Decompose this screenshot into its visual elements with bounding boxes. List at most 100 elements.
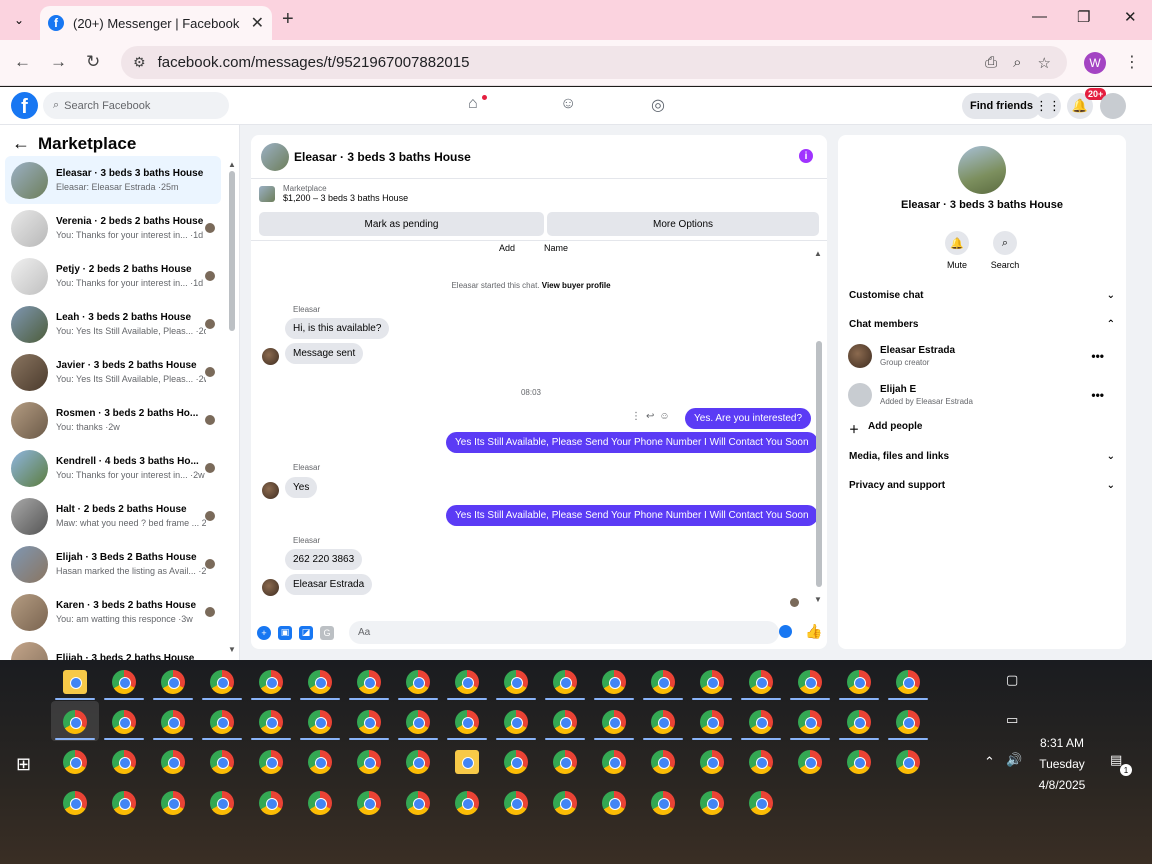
chrome-profile-icon[interactable] xyxy=(112,670,136,694)
chrome-profile-icon[interactable] xyxy=(847,710,871,734)
marketplace-listing-strip[interactable]: Marketplace $1,200 – 3 beds 3 baths Hous… xyxy=(259,184,408,203)
more-options-icon[interactable]: ••• xyxy=(1091,388,1104,402)
account-avatar[interactable] xyxy=(1100,93,1126,119)
conversation-item[interactable]: Javier · 3 beds 2 baths House You: Yes It… xyxy=(5,348,221,396)
close-window-button[interactable]: ✕ xyxy=(1124,8,1137,26)
friends-icon[interactable]: ☺ xyxy=(560,95,576,113)
chrome-profile-icon[interactable] xyxy=(308,750,332,774)
browser-tab-messenger[interactable]: f (20+) Messenger | Facebook ✕ xyxy=(40,6,272,40)
chrome-profile-icon[interactable] xyxy=(406,670,430,694)
chrome-profile-icon[interactable] xyxy=(700,750,724,774)
mute-button[interactable]: 🔔 Mute xyxy=(932,231,982,270)
home-icon[interactable]: ⌂ xyxy=(468,95,478,113)
chrome-profile-icon[interactable] xyxy=(112,750,136,774)
chrome-profile-icon[interactable] xyxy=(406,750,430,774)
chrome-profile-icon[interactable] xyxy=(210,670,234,694)
facebook-logo-icon[interactable]: f xyxy=(11,92,38,119)
mark-as-pending-button[interactable]: Mark as pending xyxy=(259,212,544,236)
member-row[interactable]: Elijah E Added by Eleasar Estrada ••• xyxy=(848,383,1116,407)
show-hidden-icons[interactable]: ⌃ xyxy=(984,754,995,770)
chrome-profile-icon[interactable] xyxy=(700,791,724,815)
meet-icon[interactable]: ▢ xyxy=(1006,672,1018,688)
chrome-profile-icon[interactable] xyxy=(798,670,822,694)
back-button[interactable]: ← xyxy=(14,52,31,72)
chrome-profile-icon[interactable] xyxy=(847,670,871,694)
sticker-icon[interactable]: ◪ xyxy=(299,625,313,640)
volume-icon[interactable]: 🔊 xyxy=(1006,752,1022,768)
chrome-profile-icon[interactable] xyxy=(161,710,185,734)
chrome-profile-icon[interactable] xyxy=(749,791,773,815)
gif-icon[interactable]: G xyxy=(320,625,334,640)
emoji-icon[interactable] xyxy=(779,625,792,638)
chrome-profile-icon[interactable] xyxy=(259,750,283,774)
conversation-item[interactable]: Elijah · 3 beds 2 baths House xyxy=(5,636,221,660)
chrome-profile-icon[interactable] xyxy=(210,750,234,774)
minimize-button[interactable]: — xyxy=(1032,8,1047,25)
chrome-profile-icon[interactable] xyxy=(798,710,822,734)
view-buyer-profile-link[interactable]: View buyer profile xyxy=(542,281,611,290)
clock[interactable]: 8:31 AM Tuesday 4/8/2025 xyxy=(1034,733,1090,796)
chrome-profile-icon[interactable] xyxy=(749,710,773,734)
windows-start-icon[interactable]: ⊞ xyxy=(16,754,31,775)
conversation-item[interactable]: Petjy · 2 beds 2 baths House You: Thanks … xyxy=(5,252,221,300)
facebook-search-input[interactable]: ⌕ Search Facebook xyxy=(43,92,229,119)
add-people-button[interactable]: ＋ Add people xyxy=(849,421,1115,436)
chrome-profile-icon[interactable] xyxy=(210,710,234,734)
groups-icon[interactable]: ◎ xyxy=(651,95,665,115)
incoming-message[interactable]: Eleasar Estrada xyxy=(285,574,373,595)
scroll-down-arrow-icon[interactable]: ▼ xyxy=(814,595,822,604)
chat-avatar[interactable] xyxy=(261,142,289,171)
chrome-profile-icon[interactable] xyxy=(504,670,528,694)
plus-icon[interactable]: + xyxy=(257,625,271,640)
chrome-profile-icon[interactable] xyxy=(651,710,675,734)
chrome-profile-icon[interactable] xyxy=(847,750,871,774)
conversation-item[interactable]: Leah · 3 beds 2 baths House You: Yes Its … xyxy=(5,300,221,348)
conversation-item[interactable]: Rosmen · 3 beds 2 baths Ho... You: thanks… xyxy=(5,396,221,444)
message-actions[interactable]: ⋮↩☺ xyxy=(631,411,675,422)
info-icon[interactable]: i xyxy=(799,149,813,163)
sticky-notes-icon[interactable] xyxy=(455,750,479,774)
menu-grid-icon[interactable]: ⋮⋮ xyxy=(1035,93,1061,119)
chrome-profile-icon[interactable] xyxy=(651,670,675,694)
incoming-message[interactable]: Yes xyxy=(285,477,318,498)
incoming-message[interactable]: 262 220 3863 xyxy=(285,549,363,570)
chrome-profile-icon[interactable] xyxy=(602,750,626,774)
chrome-profile-icon[interactable] xyxy=(112,710,136,734)
customise-chat-section[interactable]: Customise chat ⌄ xyxy=(849,290,1115,301)
chrome-profile-icon[interactable] xyxy=(798,750,822,774)
chrome-profile-icon[interactable] xyxy=(504,710,528,734)
scroll-up-arrow-icon[interactable]: ▲ xyxy=(814,249,822,258)
chrome-profile-icon[interactable] xyxy=(896,710,920,734)
chrome-profile-icon[interactable] xyxy=(455,710,479,734)
bookmark-star-icon[interactable]: ☆ xyxy=(1038,54,1051,72)
chrome-profile-icon[interactable] xyxy=(161,670,185,694)
chrome-profile-icon[interactable] xyxy=(455,670,479,694)
chrome-profile-icon[interactable] xyxy=(749,670,773,694)
chrome-profile-icon[interactable] xyxy=(357,791,381,815)
chrome-profile-icon[interactable] xyxy=(700,710,724,734)
chrome-profile-icon[interactable] xyxy=(651,750,675,774)
chrome-profile-icon[interactable] xyxy=(210,791,234,815)
chrome-profile-icon[interactable] xyxy=(504,791,528,815)
chrome-profile-icon[interactable] xyxy=(455,791,479,815)
restore-button[interactable]: ❐ xyxy=(1077,8,1090,26)
chrome-profile-icon[interactable] xyxy=(308,670,332,694)
media-files-section[interactable]: Media, files and links ⌄ xyxy=(849,451,1115,462)
chrome-profile-icon[interactable] xyxy=(406,710,430,734)
chrome-profile-icon[interactable] xyxy=(63,710,87,734)
chrome-profile-icon[interactable] xyxy=(896,670,920,694)
chrome-profile-icon[interactable] xyxy=(504,750,528,774)
chrome-profile-icon[interactable] xyxy=(63,750,87,774)
url-text[interactable]: facebook.com/messages/t/9521967007882015 xyxy=(158,54,986,71)
chat-members-section[interactable]: Chat members ⌃ xyxy=(849,319,1115,330)
find-friends-button[interactable]: Find friends xyxy=(962,93,1041,119)
outgoing-message[interactable]: Yes. Are you interested? xyxy=(685,408,812,429)
conversation-item[interactable]: Kendrell · 4 beds 3 baths Ho... You: Than… xyxy=(5,444,221,492)
new-tab-button[interactable]: + xyxy=(282,8,294,31)
incoming-message[interactable]: Hi, is this available? xyxy=(285,318,390,339)
chrome-profile-icon[interactable] xyxy=(553,670,577,694)
chat-title[interactable]: Eleasar · 3 beds 3 baths House xyxy=(294,150,471,164)
chrome-profile-icon[interactable] xyxy=(749,750,773,774)
privacy-support-section[interactable]: Privacy and support ⌄ xyxy=(849,480,1115,491)
incoming-message[interactable]: Message sent xyxy=(285,343,364,364)
